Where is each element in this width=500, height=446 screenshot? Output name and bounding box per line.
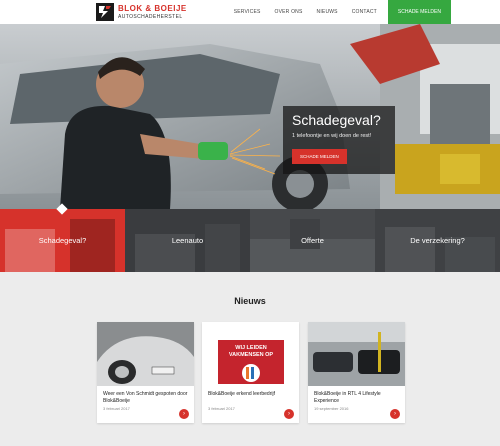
news-card[interactable]: Weer een Von Schmidt gespoten door Blok&… xyxy=(97,322,194,423)
tile-label: Leenauto xyxy=(171,236,204,245)
arrow-right-icon[interactable]: › xyxy=(179,409,189,419)
tile-schadegeval[interactable]: Schadegeval? xyxy=(0,209,125,272)
news-card-date: 3 februari 2017 xyxy=(103,406,130,411)
tile-label: Offerte xyxy=(301,236,324,245)
sbb-logo-icon xyxy=(242,364,260,382)
logo-icon xyxy=(96,3,114,21)
main-nav: SERVICES OVER ONS NIEUWS CONTACT SCHADE … xyxy=(227,0,451,24)
news-card-image xyxy=(97,322,194,386)
news-card[interactable]: Blok&Boeije in RTL 4 Lifestyle Experienc… xyxy=(308,322,405,423)
news-card-image xyxy=(308,322,405,386)
nav-contact[interactable]: CONTACT xyxy=(345,0,384,24)
tile-leenauto[interactable]: Leenauto xyxy=(125,209,250,272)
hero-image xyxy=(0,24,500,209)
news-card[interactable]: WIJ LEIDEN VAKMENSEN OP Blok&Boeije erke… xyxy=(202,322,299,423)
site-header: BLOK & BOEIJE AUTOSCHADEHERSTEL SERVICES… xyxy=(0,0,500,24)
news-card-title: Blok&Boeije erkend leerbedrijf xyxy=(208,391,275,397)
nav-over-ons[interactable]: OVER ONS xyxy=(268,0,310,24)
news-card-title: Weer een Von Schmidt gespoten door Blok&… xyxy=(103,391,188,404)
schade-melden-hero-button[interactable]: SCHADE MELDEN xyxy=(292,149,347,164)
tile-offerte[interactable]: Offerte xyxy=(250,209,375,272)
schade-melden-nav-button[interactable]: SCHADE MELDEN xyxy=(387,0,451,24)
news-card-image: WIJ LEIDEN VAKMENSEN OP xyxy=(202,322,299,386)
news-card-title: Blok&Boeije in RTL 4 Lifestyle Experienc… xyxy=(314,391,381,404)
logo-name: BLOK & BOEIJE xyxy=(118,3,187,13)
news-card-date: 19 september 2016 xyxy=(314,406,349,411)
hero-subtitle: 1 telefoontje en wij doen de rest! xyxy=(292,133,372,139)
hero-callout: Schadegeval? 1 telefoontje en wij doen d… xyxy=(283,106,395,174)
hero-title: Schadegeval? xyxy=(292,112,381,128)
arrow-right-icon[interactable]: › xyxy=(390,409,400,419)
tile-verzekering[interactable]: De verzekering? xyxy=(375,209,500,272)
nav-nieuws[interactable]: NIEUWS xyxy=(310,0,345,24)
tile-label: De verzekering? xyxy=(410,236,465,245)
logo-subtitle: AUTOSCHADEHERSTEL xyxy=(118,13,183,20)
news-card-date: 3 februari 2017 xyxy=(208,406,235,411)
hero-banner: Schadegeval? 1 telefoontje en wij doen d… xyxy=(0,24,500,209)
logo[interactable]: BLOK & BOEIJE AUTOSCHADEHERSTEL xyxy=(96,3,187,21)
nav-services[interactable]: SERVICES xyxy=(227,0,268,24)
tile-label: Schadegeval? xyxy=(38,236,87,245)
service-tiles: Schadegeval? Leenauto Offerte De verzeke… xyxy=(0,209,500,272)
arrow-right-icon[interactable]: › xyxy=(284,409,294,419)
badge-text: WIJ LEIDEN VAKMENSEN OP xyxy=(228,345,274,358)
news-section-title: Nieuws xyxy=(234,296,266,306)
leerbedrijf-badge: WIJ LEIDEN VAKMENSEN OP xyxy=(218,340,284,384)
